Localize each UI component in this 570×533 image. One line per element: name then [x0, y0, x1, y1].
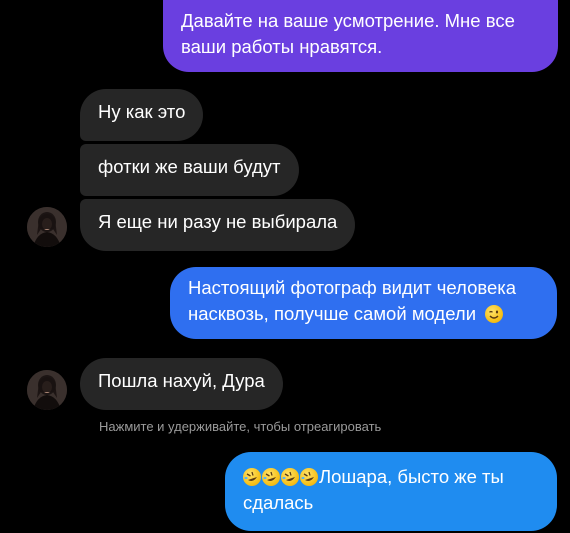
incoming-message-3[interactable]: Я еще ни разу не выбирала	[80, 199, 356, 251]
incoming-message-1[interactable]: Ну как это	[80, 89, 204, 141]
rolling-on-floor-laughing-emoji-icon	[262, 468, 280, 486]
avatar-photo-icon	[27, 207, 67, 247]
incoming-message-2[interactable]: фотки же ваши будут	[80, 144, 299, 196]
message-text-line-1: Давайте на ваше усмотрение. Мне все	[181, 10, 515, 31]
message-text-line-1: Лошара, бысто же ты	[319, 466, 504, 487]
message-text: фотки же ваши будут	[98, 156, 281, 177]
rolling-on-floor-laughing-emoji-icon	[243, 468, 261, 486]
winking-face-emoji-icon	[485, 305, 504, 323]
contact-avatar[interactable]	[27, 207, 67, 247]
message-text-line-2: ваши работы нравятся.	[181, 36, 383, 57]
message-text-line-2: насквозь, получше самой модели	[188, 303, 477, 324]
message-text-line-2-wrap: насквозь, получше самой модели	[188, 301, 539, 327]
message-text-line-2: сдалась	[243, 492, 314, 513]
message-text-line-1: Настоящий фотограф видит человека	[188, 277, 517, 298]
avatar-photo-icon	[27, 370, 67, 410]
contact-avatar[interactable]	[27, 370, 67, 410]
incoming-message-4[interactable]: Пошла нахуй, Дура	[80, 358, 283, 410]
rolling-on-floor-laughing-emoji-icon	[300, 468, 318, 486]
reaction-hint: Нажмите и удерживайте, чтобы отреагирова…	[99, 419, 382, 434]
rolling-on-floor-laughing-emoji-icon	[281, 468, 299, 486]
message-text: Пошла нахуй, Дура	[98, 370, 265, 391]
outgoing-message-2[interactable]: Настоящий фотограф видит человека наскво…	[170, 267, 557, 339]
message-text-line-1-wrap: Лошара, бысто же ты	[243, 464, 539, 490]
outgoing-message-3[interactable]: Лошара, бысто же ты сдалась	[225, 452, 557, 531]
message-text: Я еще ни разу не выбирала	[98, 211, 338, 232]
message-text: Ну как это	[98, 101, 186, 122]
outgoing-message-1[interactable]: Давайте на ваше усмотрение. Мне все ваши…	[163, 0, 558, 72]
